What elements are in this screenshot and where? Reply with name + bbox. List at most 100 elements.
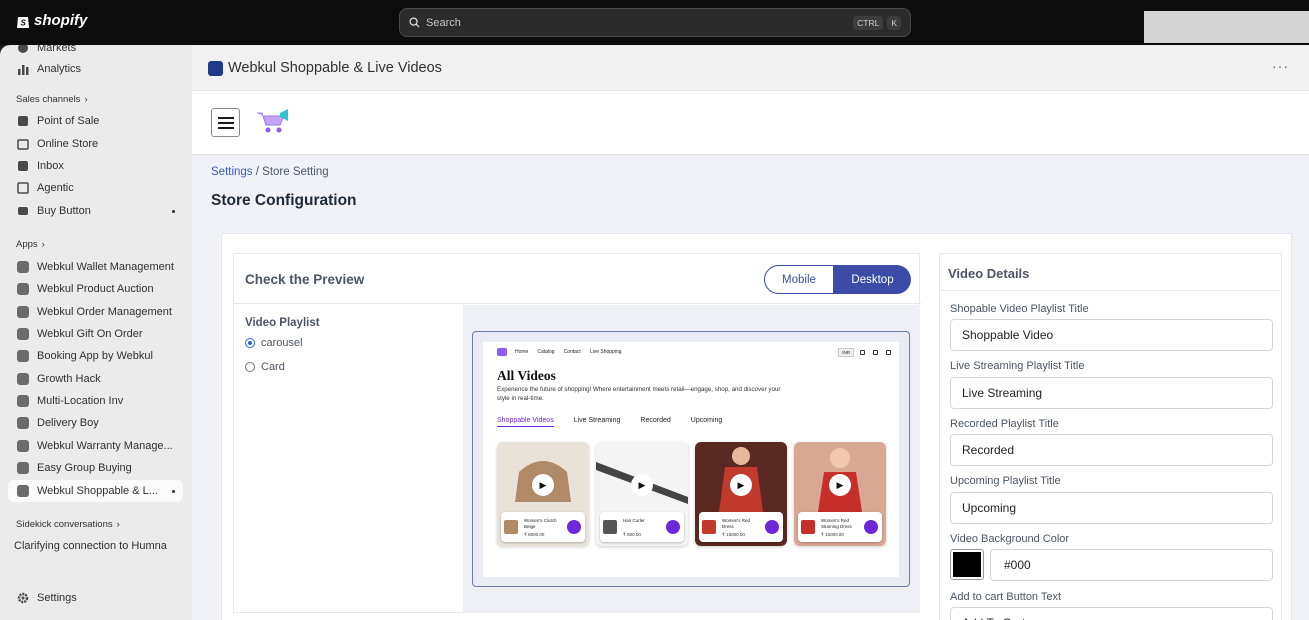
shopify-logo[interactable]: S shopify (16, 12, 87, 29)
product-price: ₹ 8000.00 (524, 532, 545, 537)
more-actions-icon[interactable]: ··· (1272, 58, 1289, 74)
app-header: Webkul Shoppable & Live Videos ··· (192, 45, 1309, 91)
app-icon (16, 440, 29, 453)
chevron-right-icon: › (41, 239, 45, 250)
sidebar-item-label: Webkul Gift On Order (37, 328, 143, 340)
sidebar-app-item[interactable]: Booking App by Webkul (8, 345, 183, 367)
video-card: ▶ Women's Clutch Beige ₹ 8000.00 (497, 442, 589, 546)
product-price: ₹ 800.00 (623, 532, 641, 537)
radio-carousel[interactable]: carousel (245, 337, 320, 349)
shopify-bag-icon: S (17, 16, 29, 28)
details-title: Video Details (948, 266, 1030, 281)
shoppable-playlist-title-input[interactable]: Shoppable Video (950, 319, 1273, 351)
sidebar-app-item[interactable]: Webkul Product Auction (8, 278, 183, 300)
app-icon (16, 373, 29, 386)
cart-icon (765, 520, 779, 534)
app-brand-logo (257, 109, 288, 133)
add-to-cart-text-input[interactable]: Add To Cart (950, 607, 1273, 620)
sidebar-app-item[interactable]: Webkul Warranty Manage... (8, 435, 183, 457)
apps-heading[interactable]: Apps › (16, 239, 45, 250)
sidebar-item-analytics[interactable]: Analytics (8, 58, 183, 80)
search-icon (860, 349, 865, 355)
sidebar-app-item[interactable]: Easy Group Buying (8, 457, 183, 479)
color-swatch-picker[interactable] (950, 549, 984, 580)
sidekick-heading[interactable]: Sidekick conversations › (16, 519, 120, 530)
breadcrumb-settings-link[interactable]: Settings (211, 166, 253, 178)
app-icon (16, 350, 29, 363)
sidebar-app-item[interactable]: Webkul Gift On Order (8, 323, 183, 345)
radio-selected-icon[interactable] (245, 338, 255, 348)
radio-unselected-icon[interactable] (245, 362, 255, 372)
sidebar-item-label: Booking App by Webkul (37, 350, 153, 362)
breadcrumb-current: Store Setting (262, 166, 329, 178)
configuration-card: Check the Preview Mobile Desktop Video P… (221, 233, 1292, 620)
currency-selector: INR (838, 347, 854, 357)
sidebar-item-point-of-sale[interactable]: Point of Sale (8, 110, 183, 132)
sales-channels-heading[interactable]: Sales channels › (16, 94, 88, 105)
globe-icon (16, 45, 29, 55)
bar-chart-icon (16, 63, 29, 76)
sidebar-item-label: Point of Sale (37, 115, 100, 127)
field-label: Live Streaming Playlist Title (950, 360, 1085, 372)
product-card: Women's Clutch Beige ₹ 8000.00 (501, 512, 585, 542)
upcoming-playlist-title-input[interactable]: Upcoming (950, 492, 1273, 524)
storefront-tab: Upcoming (690, 417, 723, 424)
top-bar: S shopify Search CTRL K (0, 0, 1309, 45)
chevron-right-icon: › (84, 94, 88, 105)
radio-card[interactable]: Card (245, 361, 320, 373)
play-icon: ▶ (532, 474, 554, 496)
sidebar-item-settings[interactable]: Settings (8, 587, 183, 609)
store-switcher[interactable] (1144, 11, 1309, 43)
svg-text:S: S (21, 18, 27, 27)
shopify-wordmark: shopify (34, 12, 88, 29)
product-thumb (801, 520, 815, 534)
background-color-input[interactable]: #000 (990, 549, 1273, 581)
storefront-nav: Home Catalog Contact Live Shopping INR (483, 342, 899, 362)
storefront-heading: All Videos (497, 368, 556, 383)
product-name: Hair Curler (623, 518, 645, 523)
app-icon (16, 485, 29, 498)
storefront-nav-link: Home (515, 349, 529, 355)
mobile-toggle-button[interactable]: Mobile (764, 265, 834, 294)
storefront-nav-link: Catalog (537, 349, 555, 355)
gear-icon (16, 592, 29, 605)
pos-icon (16, 115, 29, 128)
play-icon: ▶ (631, 474, 653, 496)
sidebar-item-label: Multi-Location Inv (37, 395, 124, 407)
play-icon: ▶ (730, 474, 752, 496)
desktop-preview-frame: Home Catalog Contact Live Shopping INR A… (472, 331, 910, 587)
product-card: Women's Red Dress ₹ 15000.00 (699, 512, 783, 542)
recorded-playlist-title-input[interactable]: Recorded (950, 434, 1273, 466)
sidebar-item-markets[interactable]: Markets (8, 45, 183, 59)
sidebar-item-inbox[interactable]: Inbox (8, 155, 183, 177)
product-card: Women's Red Stunning Dress ₹ 15000.00 (798, 512, 882, 542)
sidebar-item-online-store[interactable]: Online Store (8, 133, 183, 155)
search-input[interactable]: Search CTRL K (399, 8, 911, 37)
sidebar-app-item[interactable]: Webkul Order Management (8, 301, 183, 323)
app-icon (16, 283, 29, 296)
app-title-text: Webkul Shoppable & Live Videos (228, 60, 442, 76)
live-streaming-playlist-title-input[interactable]: Live Streaming (950, 377, 1273, 409)
sidebar-app-item[interactable]: Multi-Location Inv (8, 390, 183, 412)
sidekick-conversation-item[interactable]: Clarifying connection to Humna (8, 535, 183, 557)
menu-hamburger-button[interactable] (211, 108, 240, 137)
main-content: Webkul Shoppable & Live Videos ··· Setti… (192, 45, 1309, 620)
playlist-label: Video Playlist (245, 317, 320, 329)
storefront-logo-icon (497, 348, 507, 356)
video-cards: ▶ Women's Clutch Beige ₹ 8000.00 ▶ Hair C… (497, 442, 886, 546)
sidebar-item-label: Webkul Warranty Manage... (37, 440, 173, 452)
app-logo-icon (208, 60, 223, 76)
desktop-toggle-button[interactable]: Desktop (834, 265, 911, 294)
app-icon (16, 395, 29, 408)
page-title: Store Configuration (211, 192, 357, 209)
sidebar-app-item[interactable]: Delivery Boy (8, 412, 183, 434)
sidebar-item-buy-button[interactable]: Buy Button (8, 200, 183, 222)
sidebar-app-item-active[interactable]: Webkul Shoppable & L... (8, 480, 183, 502)
preview-area: Home Catalog Contact Live Shopping INR A… (463, 305, 920, 613)
details-header: Video Details (940, 254, 1281, 291)
sidebar-app-item[interactable]: Growth Hack (8, 368, 183, 390)
sidebar-item-agentic[interactable]: Agentic (8, 177, 183, 199)
sidebar-app-item[interactable]: Webkul Wallet Management (8, 256, 183, 278)
field-label: Upcoming Playlist Title (950, 475, 1061, 487)
more-dot-icon (172, 489, 175, 493)
